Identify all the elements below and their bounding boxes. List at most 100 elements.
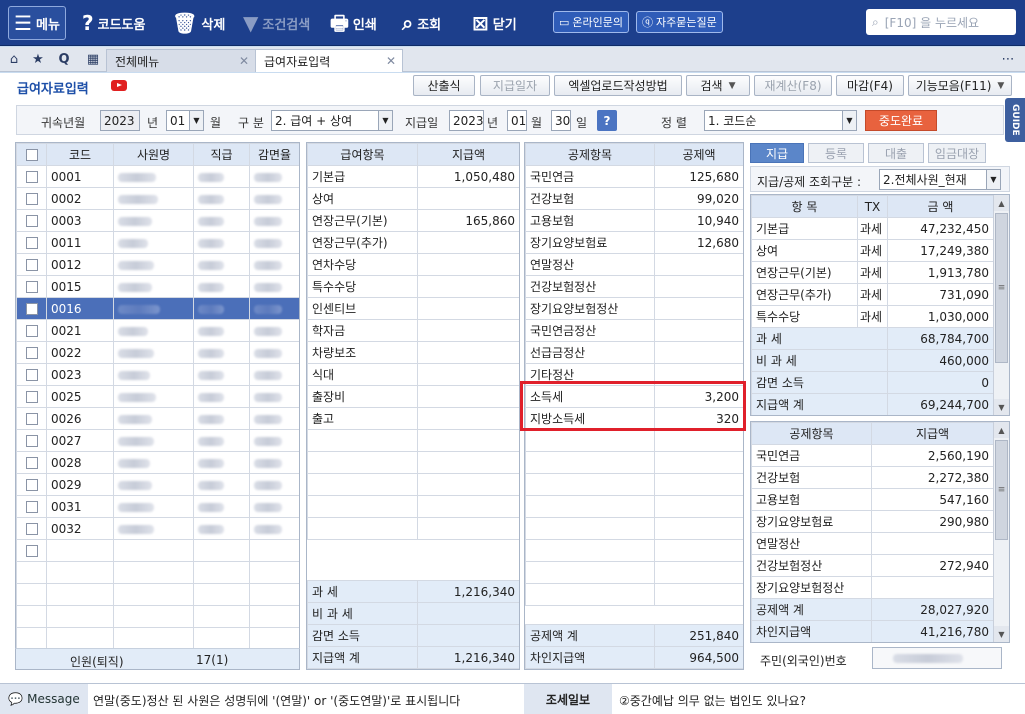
- tax-news-label[interactable]: 조세일보: [524, 684, 612, 714]
- item-amount[interactable]: [417, 473, 519, 496]
- table-row[interactable]: 0016: [16, 297, 299, 320]
- table-row[interactable]: 고용보험 10,940: [525, 209, 743, 232]
- table-row[interactable]: 연장근무(추가): [307, 231, 519, 254]
- tab-loan[interactable]: 대출: [868, 143, 924, 163]
- row-checkbox[interactable]: [25, 479, 38, 491]
- scroll-up-icon[interactable]: ▲: [994, 195, 1009, 211]
- tab-all-menu[interactable]: 전체메뉴 ✕: [106, 49, 256, 72]
- row-checkbox[interactable]: [25, 457, 38, 469]
- table-row[interactable]: [16, 561, 299, 584]
- row-checkbox-cell[interactable]: [16, 341, 47, 364]
- row-checkbox[interactable]: [25, 325, 38, 337]
- table-row[interactable]: 건강보험정산 272,940: [751, 554, 994, 577]
- item-amount[interactable]: [654, 583, 743, 606]
- table-row[interactable]: [525, 583, 743, 606]
- table-row[interactable]: 건강보험 99,020: [525, 187, 743, 210]
- youtube-icon[interactable]: [111, 80, 127, 91]
- table-row[interactable]: 연말정산: [751, 532, 994, 555]
- item-amount[interactable]: [654, 429, 743, 452]
- table-row[interactable]: 차인지급액 964,500: [525, 646, 743, 669]
- row-checkbox[interactable]: [25, 369, 38, 381]
- item-amount[interactable]: [417, 602, 519, 625]
- row-checkbox[interactable]: [25, 391, 38, 403]
- table-row[interactable]: 장기요양보험료 290,980: [751, 510, 994, 533]
- table-row[interactable]: 장기요양보험정산: [525, 297, 743, 320]
- functions-dropdown-button[interactable]: 기능모음(F11) ▼: [908, 75, 1012, 96]
- side-pay-scrollbar[interactable]: ▲ ≡ ▼: [993, 195, 1009, 415]
- item-amount[interactable]: [417, 341, 519, 364]
- item-amount[interactable]: [654, 319, 743, 342]
- row-checkbox-cell[interactable]: [16, 253, 47, 276]
- pay-year-field[interactable]: 2023: [449, 110, 484, 131]
- row-checkbox-cell[interactable]: [16, 297, 47, 320]
- table-row[interactable]: [307, 429, 519, 452]
- tab-close-icon[interactable]: ✕: [239, 54, 249, 68]
- table-row[interactable]: [525, 429, 743, 452]
- grid-menu-icon[interactable]: ▦: [82, 47, 104, 72]
- scroll-up-icon[interactable]: ▲: [994, 422, 1009, 438]
- item-amount[interactable]: 1,216,340: [417, 646, 519, 669]
- row-checkbox-cell[interactable]: [16, 187, 47, 210]
- table-row[interactable]: [307, 451, 519, 474]
- table-row[interactable]: [525, 561, 743, 584]
- delete-button[interactable]: 🗑 삭제: [172, 6, 225, 40]
- item-amount[interactable]: [417, 187, 519, 210]
- row-checkbox[interactable]: [25, 413, 38, 425]
- item-amount[interactable]: [654, 473, 743, 496]
- item-amount[interactable]: [417, 495, 519, 518]
- scroll-down-icon[interactable]: ▼: [994, 626, 1009, 642]
- item-amount[interactable]: 251,840: [654, 624, 743, 647]
- more-icon[interactable]: ⋯: [996, 47, 1020, 72]
- tab-payment[interactable]: 지급: [750, 143, 804, 163]
- table-row[interactable]: 선급금정산: [525, 341, 743, 364]
- row-checkbox-cell[interactable]: [16, 583, 47, 606]
- row-checkbox[interactable]: [25, 435, 38, 447]
- table-row[interactable]: 연장근무(기본) 165,860: [307, 209, 519, 232]
- item-amount[interactable]: [654, 275, 743, 298]
- table-row[interactable]: 0022: [16, 341, 299, 364]
- table-row[interactable]: 0031: [16, 495, 299, 518]
- table-row[interactable]: 출고: [307, 407, 519, 430]
- table-row[interactable]: [525, 473, 743, 496]
- table-row[interactable]: [16, 605, 299, 628]
- item-amount[interactable]: [654, 517, 743, 540]
- table-row[interactable]: 기본급 과세 47,232,450: [751, 217, 994, 240]
- item-amount[interactable]: [417, 363, 519, 386]
- item-amount[interactable]: [654, 451, 743, 474]
- table-row[interactable]: 0011: [16, 231, 299, 254]
- attribution-year-field[interactable]: 2023: [100, 110, 140, 131]
- table-row[interactable]: 연차수당: [307, 253, 519, 276]
- item-amount[interactable]: 165,860: [417, 209, 519, 232]
- print-button[interactable]: 🖶 인쇄: [330, 6, 377, 40]
- tab-wage-ledger[interactable]: 임금대장: [928, 143, 986, 163]
- menu-button[interactable]: ☰ 메뉴: [8, 6, 66, 40]
- table-row[interactable]: 상여: [307, 187, 519, 210]
- home-icon[interactable]: ⌂: [4, 47, 24, 72]
- table-row[interactable]: 건강보험정산: [525, 275, 743, 298]
- table-row[interactable]: [525, 451, 743, 474]
- table-row[interactable]: 0023: [16, 363, 299, 386]
- row-checkbox-cell[interactable]: [16, 363, 47, 386]
- row-checkbox[interactable]: [25, 347, 38, 359]
- rrn-field[interactable]: [872, 647, 1002, 669]
- close-button[interactable]: ⊠ 닫기: [472, 6, 517, 40]
- item-amount[interactable]: 125,680: [654, 165, 743, 188]
- help-button[interactable]: ?: [597, 110, 617, 131]
- table-row[interactable]: 특수수당 과세 1,030,000: [751, 305, 994, 328]
- row-checkbox-cell[interactable]: [16, 385, 47, 408]
- tab-close-icon[interactable]: ✕: [386, 54, 396, 68]
- excel-upload-guide-button[interactable]: 엑셀업로드작성방법: [554, 75, 682, 96]
- item-amount[interactable]: [417, 407, 519, 430]
- item-amount[interactable]: [654, 539, 743, 562]
- item-amount[interactable]: [417, 517, 519, 540]
- table-row[interactable]: 비 과 세: [307, 602, 519, 625]
- row-checkbox-cell[interactable]: [16, 165, 47, 188]
- select-all-checkbox[interactable]: [25, 149, 38, 161]
- deadline-button[interactable]: 마감(F4): [836, 75, 904, 96]
- tab-register[interactable]: 등록: [808, 143, 864, 163]
- pay-date-button[interactable]: 지급일자: [480, 75, 550, 96]
- table-row[interactable]: 0021: [16, 319, 299, 342]
- table-row[interactable]: 0002: [16, 187, 299, 210]
- row-checkbox[interactable]: [25, 281, 38, 293]
- row-checkbox-cell[interactable]: [16, 495, 47, 518]
